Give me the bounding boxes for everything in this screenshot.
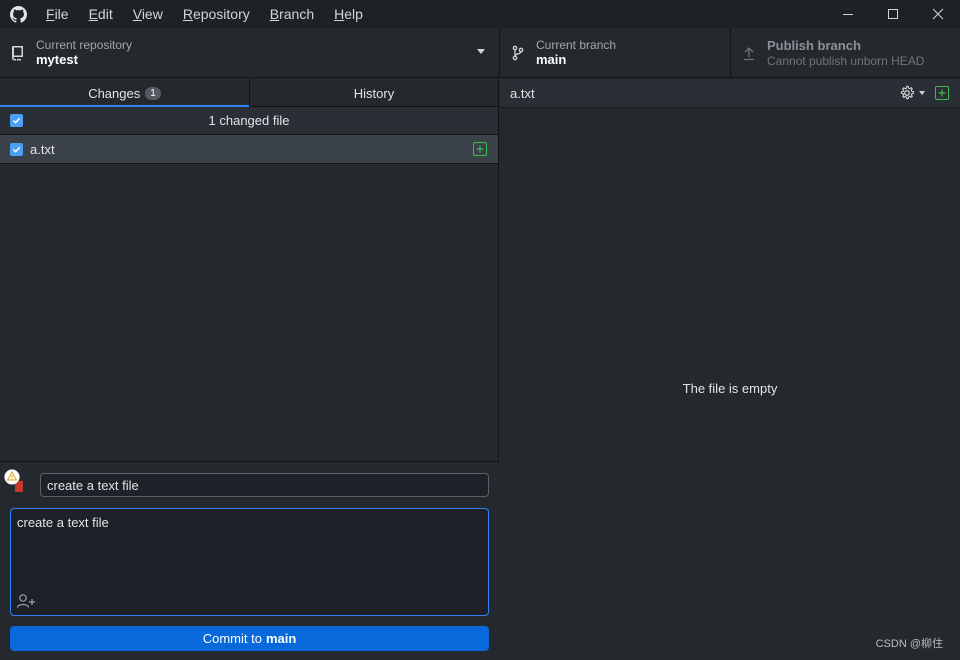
menu-view[interactable]: View	[123, 0, 173, 28]
repository-label: Current repository	[36, 38, 133, 52]
file-name: a.txt	[30, 142, 55, 157]
chevron-down-icon	[477, 49, 485, 54]
menu-branch[interactable]: Branch	[260, 0, 324, 28]
diff-added-icon	[935, 86, 949, 103]
publish-branch-button[interactable]: Publish branch Cannot publish unborn HEA…	[731, 28, 960, 78]
file-checkbox[interactable]	[10, 143, 23, 156]
maximize-button[interactable]	[870, 0, 915, 28]
toolbar: Current repository mytest Current branch…	[0, 28, 960, 78]
branch-name: main	[536, 52, 567, 67]
tab-history[interactable]: History	[249, 79, 498, 107]
diff-options-button[interactable]	[899, 85, 925, 101]
diff-header: a.txt	[500, 79, 960, 108]
menu-repository[interactable]: Repository	[173, 0, 260, 28]
file-list-item[interactable]: a.txt	[0, 135, 498, 164]
gear-icon	[900, 85, 915, 100]
select-all-checkbox[interactable]	[10, 114, 23, 127]
diff-file-name: a.txt	[510, 86, 535, 101]
changed-files-header: 1 changed file	[0, 107, 498, 135]
menu-file[interactable]: File	[36, 0, 79, 28]
github-logo-icon	[0, 0, 36, 28]
publish-branch-description: Cannot publish unborn HEAD	[767, 54, 925, 68]
publish-branch-label: Publish branch	[767, 38, 861, 53]
check-icon	[12, 117, 21, 124]
tab-changes[interactable]: Changes 1	[0, 79, 249, 108]
current-branch-dropdown[interactable]: Current branch main	[500, 28, 731, 78]
git-branch-icon	[500, 45, 536, 61]
empty-file-message: The file is empty	[682, 381, 778, 396]
changes-pane: Changes 1 History 1 changed file a.txt c…	[0, 79, 499, 660]
menu-bar: File Edit View Repository Branch Help	[36, 0, 373, 28]
menu-edit[interactable]: Edit	[79, 0, 123, 28]
tab-history-label: History	[353, 85, 395, 101]
tab-bar: Changes 1 History	[0, 79, 498, 108]
branch-label: Current branch	[536, 38, 617, 52]
commit-form: create a text file Commit to main	[0, 461, 499, 660]
avatar	[4, 468, 26, 494]
close-icon	[932, 8, 943, 20]
repository-name: mytest	[36, 52, 78, 67]
maximize-icon	[887, 9, 898, 19]
check-icon	[12, 146, 21, 153]
commit-summary-input[interactable]	[40, 473, 489, 497]
changed-files-count: 1 changed file	[208, 113, 290, 128]
tab-changes-label: Changes	[88, 85, 141, 101]
minimize-button[interactable]	[825, 0, 870, 28]
commit-button-label: Commit to	[202, 631, 262, 646]
current-repository-dropdown[interactable]: Current repository mytest	[0, 28, 500, 78]
chevron-down-icon	[919, 91, 925, 95]
upload-icon	[731, 45, 767, 61]
commit-description-text: create a text file	[17, 515, 109, 530]
diff-pane: a.txt The file is empty	[500, 79, 960, 660]
commit-description-input[interactable]: create a text file	[10, 508, 489, 616]
close-button[interactable]	[915, 0, 960, 28]
title-bar: File Edit View Repository Branch Help	[0, 0, 960, 28]
commit-button-branch: main	[265, 631, 297, 646]
commit-button[interactable]: Commit to main	[10, 626, 489, 651]
diff-added-icon	[473, 142, 487, 159]
minimize-icon	[842, 14, 853, 15]
window-controls	[825, 0, 960, 28]
watermark: CSDN @柳住	[875, 638, 943, 650]
changes-count-badge: 1	[145, 86, 161, 100]
repo-icon	[0, 45, 36, 61]
menu-help[interactable]: Help	[324, 0, 373, 28]
person-add-icon[interactable]	[16, 593, 36, 612]
